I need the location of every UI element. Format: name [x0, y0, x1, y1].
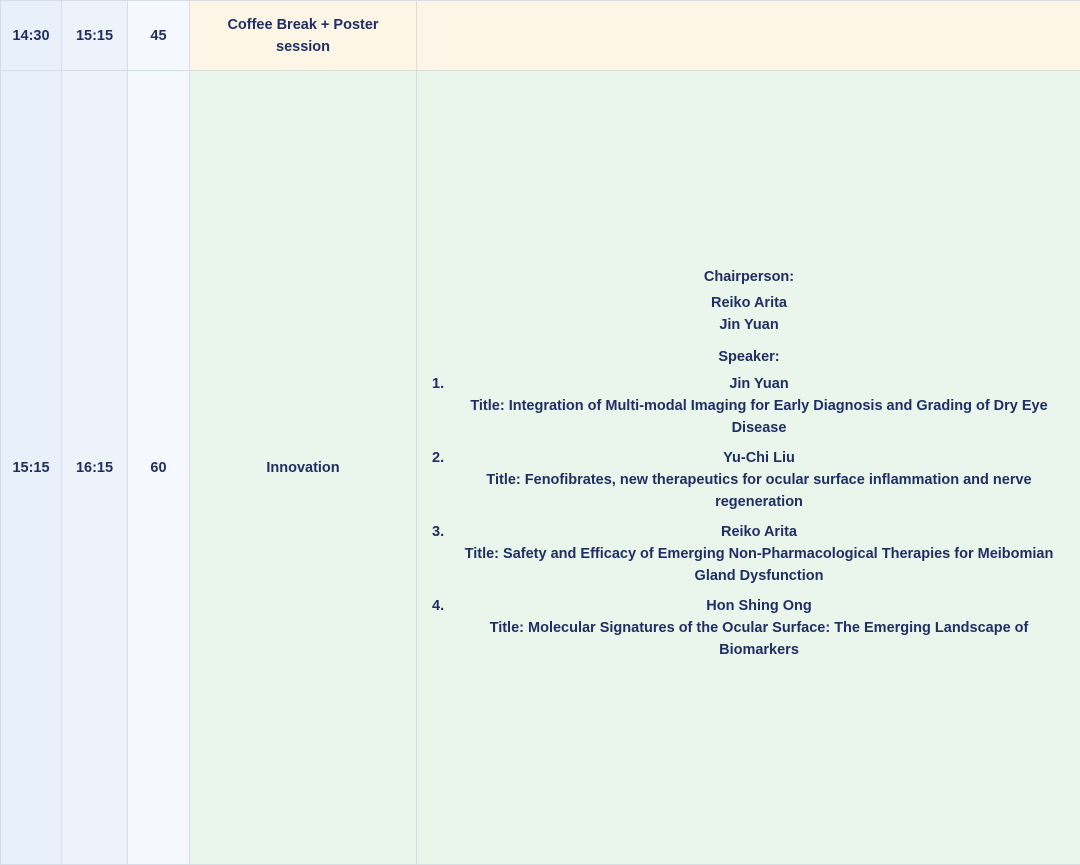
session-cell: Innovation — [190, 71, 417, 865]
chairperson-name: Jin Yuan — [432, 314, 1066, 336]
speaker-number: 3. — [432, 521, 444, 543]
speaker-name: Reiko Arita — [452, 521, 1066, 543]
table-row: 14:30 15:15 45 Coffee Break + Poster ses… — [1, 1, 1080, 71]
chairperson-list: Reiko Arita Jin Yuan — [432, 292, 1066, 336]
speaker-item: 3. Reiko Arita Title: Safety and Efficac… — [432, 521, 1066, 587]
talk-title: Title: Fenofibrates, new therapeutics fo… — [452, 469, 1066, 513]
end-time-cell: 15:15 — [62, 1, 128, 71]
detail-cell — [417, 1, 1080, 71]
speaker-item: 1. Jin Yuan Title: Integration of Multi-… — [432, 373, 1066, 439]
session-title: Coffee Break + Poster session — [213, 14, 393, 58]
duration-cell: 60 — [128, 71, 190, 865]
speaker-name: Yu-Chi Liu — [452, 447, 1066, 469]
speaker-number: 1. — [432, 373, 444, 395]
speaker-number: 4. — [432, 595, 444, 617]
table-row: 15:15 16:15 60 Innovation Chairperson: R… — [1, 71, 1080, 865]
speaker-item: 2. Yu-Chi Liu Title: Fenofibrates, new t… — [432, 447, 1066, 513]
talk-title: Title: Integration of Multi-modal Imagin… — [452, 395, 1066, 439]
duration-cell: 45 — [128, 1, 190, 71]
chairperson-name: Reiko Arita — [432, 292, 1066, 314]
talk-title: Title: Safety and Efficacy of Emerging N… — [452, 543, 1066, 587]
talk-title: Title: Molecular Signatures of the Ocula… — [452, 617, 1066, 661]
speaker-item: 4. Hon Shing Ong Title: Molecular Signat… — [432, 595, 1066, 661]
detail-cell: Chairperson: Reiko Arita Jin Yuan Speake… — [417, 71, 1080, 865]
session-title: Innovation — [266, 457, 339, 479]
session-cell: Coffee Break + Poster session — [190, 1, 417, 71]
start-time-cell: 14:30 — [1, 1, 62, 71]
speaker-name: Jin Yuan — [452, 373, 1066, 395]
speaker-label: Speaker: — [432, 346, 1066, 368]
schedule-table: 14:30 15:15 45 Coffee Break + Poster ses… — [0, 0, 1080, 865]
start-time-cell: 15:15 — [1, 71, 62, 865]
chairperson-label: Chairperson: — [432, 266, 1066, 288]
speaker-name: Hon Shing Ong — [452, 595, 1066, 617]
end-time-cell: 16:15 — [62, 71, 128, 865]
speaker-number: 2. — [432, 447, 444, 469]
session-details: Chairperson: Reiko Arita Jin Yuan Speake… — [417, 266, 1080, 661]
speaker-list: 1. Jin Yuan Title: Integration of Multi-… — [432, 373, 1066, 661]
